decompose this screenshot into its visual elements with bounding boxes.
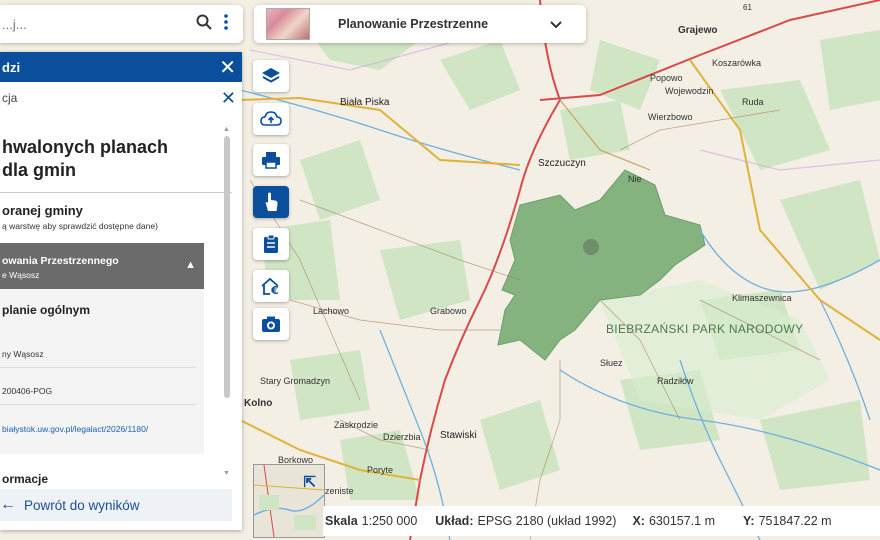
map-label-ruda: Ruda xyxy=(742,97,764,107)
layer-label: Planowanie Przestrzenne xyxy=(338,17,489,31)
map-label-lachowo: Lachowo xyxy=(313,306,350,316)
chevron-down-icon[interactable] xyxy=(550,17,562,32)
map-label-zeniste: zeniste xyxy=(325,486,354,496)
layer-selector[interactable]: Planowanie Przestrzenne xyxy=(254,5,586,43)
plan-row-link[interactable]: białystok.uw.gov.pl/legalact/2026/1180/ xyxy=(2,424,148,434)
search-bar[interactable]: ...j... xyxy=(0,5,243,43)
status-bar: Skala 1:250 000 Układ: EPSG 2180 (układ 19… xyxy=(323,506,880,536)
print-icon xyxy=(262,152,280,169)
map-label-poryte: Poryte xyxy=(367,465,394,475)
layer-thumbnail xyxy=(266,8,310,40)
map-label-biala-piska: Biała Piska xyxy=(340,97,390,108)
row-divider xyxy=(0,404,196,405)
scroll-down-icon[interactable]: ▼ xyxy=(223,470,230,477)
expand-icon[interactable]: ⇱ xyxy=(303,473,316,491)
close-panel-icon[interactable]: ✕ xyxy=(219,55,236,80)
y-value: 751847.22 m xyxy=(758,514,832,528)
panel-title-line2: dla gmin xyxy=(2,160,77,180)
clipboard-button[interactable] xyxy=(253,228,289,260)
plan-row-gmina: ny Wąsosz xyxy=(2,349,44,359)
identify-button[interactable] xyxy=(253,186,289,218)
map-label-popowo: Popowo xyxy=(650,73,683,83)
selected-gmina-heading: oranej gminy xyxy=(2,203,83,218)
map-label-radzilow: Radziłów xyxy=(657,376,694,386)
map-label-sluez: Słuez xyxy=(600,358,623,368)
panel-title-line1: hwalonych planach xyxy=(2,137,169,157)
row-divider xyxy=(0,367,196,368)
search-icon[interactable] xyxy=(193,14,215,34)
map-label-grabowo: Grabowo xyxy=(430,306,467,316)
svg-text:€: € xyxy=(270,284,279,296)
cloud-upload-button[interactable] xyxy=(253,103,289,135)
panel-subheader: cja ✕ xyxy=(0,82,242,114)
accordion-header[interactable]: owania Przestrzennego e Wąsosz ▲ xyxy=(0,243,204,289)
accordion-body: planie ogólnym ny Wąsosz 200406-POG biał… xyxy=(0,289,204,454)
back-label: Powrót do wyników xyxy=(24,497,140,513)
map-label-koszarowka: Koszarówka xyxy=(712,58,762,68)
map-label-wierzbowo: Wierzbowo xyxy=(648,112,693,122)
map-label-wojewodzin: Wojewodzin xyxy=(665,86,714,96)
collapse-arrow-icon[interactable]: ▲ xyxy=(185,259,196,271)
panel-title: hwalonych planach dla gmin xyxy=(0,114,242,182)
selected-gmina-hint: ą warstwę aby sprawdzić dostępne dane) xyxy=(2,221,158,231)
map-label-zaskrodzie: Zaskrodzie xyxy=(334,420,379,430)
panel-subheader-title: cja xyxy=(2,91,18,105)
pointer-hand-icon xyxy=(265,192,278,211)
info-heading: ormacje xyxy=(2,472,49,486)
map-label-road-61: 61 xyxy=(743,3,752,12)
info-panel: dzi ✕ cja ✕ hwalonych planach dla gmin o… xyxy=(0,52,242,530)
scrollbar-thumb[interactable] xyxy=(224,136,230,398)
arrow-left-icon: ← xyxy=(0,496,16,513)
cloud-upload-icon xyxy=(260,111,282,126)
layers-button[interactable] xyxy=(253,60,289,92)
accordion-subtitle: e Wąsosz xyxy=(2,270,40,280)
crs-label: Układ: xyxy=(435,514,474,528)
map-label-park: BIEBRZAŃSKI PARK NARODOWY xyxy=(606,322,804,336)
more-options-icon[interactable] xyxy=(215,14,237,34)
map-label-stawiski: Stawiski xyxy=(440,430,477,441)
search-input[interactable]: ...j... xyxy=(0,17,193,32)
map-label-kolno: Kolno xyxy=(244,398,273,409)
divider xyxy=(0,192,232,193)
overview-map[interactable]: ⇱ xyxy=(253,464,325,538)
plan-row-id: 200406-POG xyxy=(2,386,53,396)
clipboard-icon xyxy=(264,234,278,253)
x-value: 630157.1 m xyxy=(648,514,715,528)
panel-header-title: dzi xyxy=(2,59,21,75)
accordion-title: owania Przestrzennego xyxy=(2,255,119,267)
map-label-dzierzbia: Dzierzbia xyxy=(383,432,421,442)
x-label: X: xyxy=(632,514,645,528)
scale-label: Skala xyxy=(325,514,358,528)
map-label-niedzwiadna: Nie xyxy=(628,174,642,184)
house-euro-icon: € xyxy=(261,277,279,296)
map-label-szczuczyn: Szczuczyn xyxy=(538,158,586,169)
camera-icon xyxy=(262,316,280,332)
scale-value: 1:250 000 xyxy=(361,514,418,528)
screenshot-button[interactable] xyxy=(253,308,289,340)
close-subpanel-icon[interactable]: ✕ xyxy=(221,88,236,109)
scroll-up-icon[interactable]: ▲ xyxy=(223,126,230,133)
property-value-button[interactable]: € xyxy=(253,270,289,302)
panel-header: dzi ✕ xyxy=(0,52,242,82)
map-label-grajewo: Grajewo xyxy=(678,25,718,36)
back-to-results-button[interactable]: ← Powrót do wyników xyxy=(0,489,232,521)
print-button[interactable] xyxy=(253,144,289,176)
layers-icon xyxy=(262,68,280,83)
y-label: Y: xyxy=(743,514,755,528)
crs-value: EPSG 2180 (układ 1992) xyxy=(477,514,617,528)
map-label-klimaszewnica: Klimaszewnica xyxy=(732,293,792,303)
map-label-stary-gromadzyn: Stary Gromadzyn xyxy=(260,376,331,386)
plan-heading: planie ogólnym xyxy=(2,303,91,317)
